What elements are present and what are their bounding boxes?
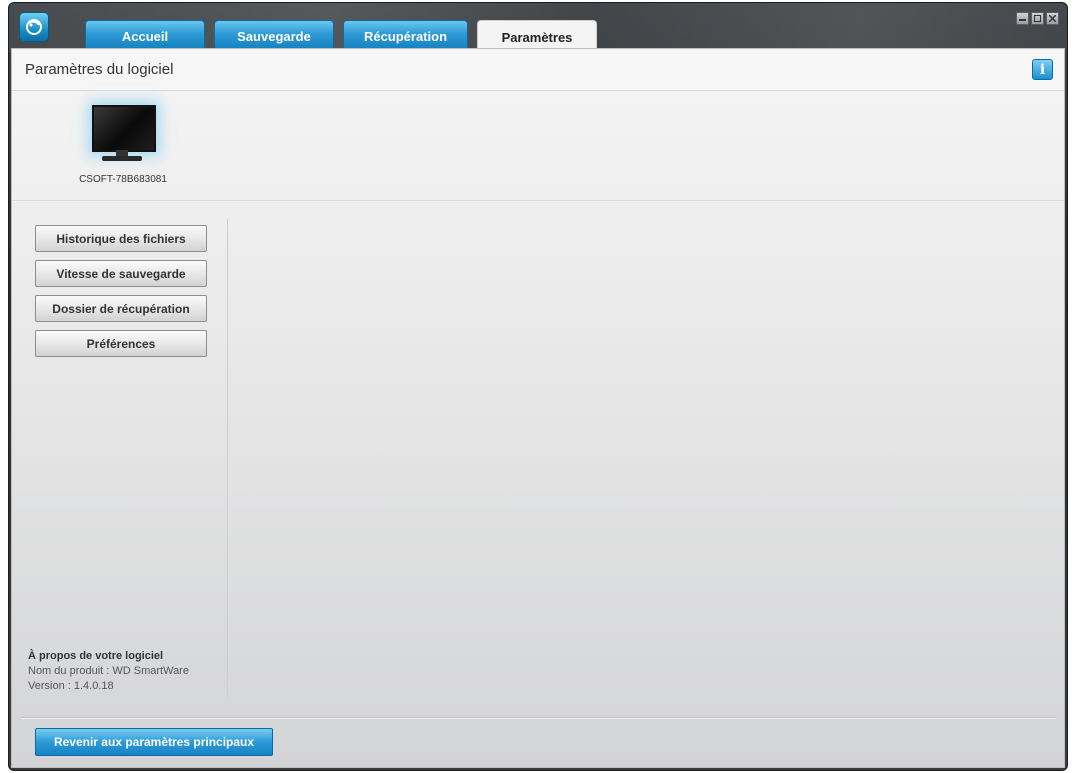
about-title: À propos de votre logiciel bbox=[28, 650, 164, 662]
recovery-folder-button[interactable]: Dossier de récupération bbox=[35, 295, 207, 322]
file-history-button[interactable]: Historique des fichiers bbox=[35, 225, 207, 252]
tab-accueil[interactable]: Accueil bbox=[85, 20, 205, 49]
close-icon[interactable] bbox=[1046, 12, 1059, 25]
footer-separator bbox=[22, 717, 1056, 718]
preferences-button[interactable]: Préférences bbox=[35, 330, 207, 357]
tab-parametres[interactable]: Paramètres bbox=[477, 20, 597, 51]
page-title: Paramètres du logiciel bbox=[25, 61, 174, 78]
about-section: À propos de votre logiciel Nom du produi… bbox=[28, 649, 189, 694]
device-name: CSOFT-78B683081 bbox=[79, 174, 167, 185]
product-name: Nom du produit : WD SmartWare bbox=[28, 665, 189, 677]
app-window: Accueil Sauvegarde Récupération Paramètr… bbox=[8, 2, 1068, 771]
main-tabs: Accueil Sauvegarde Récupération Paramètr… bbox=[85, 20, 606, 51]
header-bar: Paramètres du logiciel i bbox=[12, 49, 1064, 91]
wd-smartware-logo-icon[interactable] bbox=[19, 12, 49, 42]
monitor-icon bbox=[88, 101, 158, 171]
sidebar-separator bbox=[227, 219, 228, 699]
minimize-icon[interactable] bbox=[1016, 12, 1029, 25]
device-item[interactable]: CSOFT-78B683081 bbox=[68, 101, 178, 185]
version-text: Version : 1.4.0.18 bbox=[28, 680, 114, 692]
tab-sauvegarde[interactable]: Sauvegarde bbox=[214, 20, 334, 49]
divider bbox=[12, 200, 1064, 201]
maximize-icon[interactable] bbox=[1031, 12, 1044, 25]
backup-speed-button[interactable]: Vitesse de sauvegarde bbox=[35, 260, 207, 287]
info-icon[interactable]: i bbox=[1032, 59, 1053, 80]
window-controls bbox=[1016, 12, 1059, 25]
content-panel: Paramètres du logiciel i CSOFT-78B683081… bbox=[11, 48, 1065, 768]
tab-recuperation[interactable]: Récupération bbox=[343, 20, 468, 49]
back-to-main-settings-button[interactable]: Revenir aux paramètres principaux bbox=[35, 728, 273, 756]
